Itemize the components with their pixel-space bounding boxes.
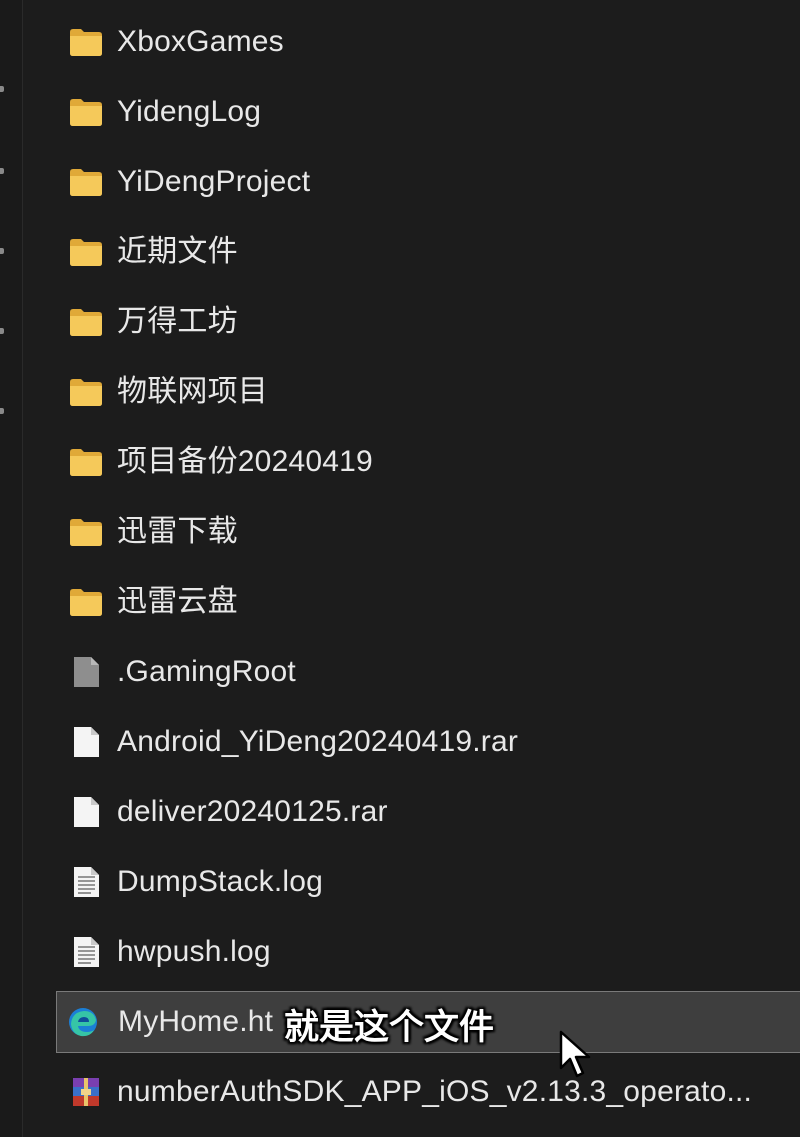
text-file-icon [69, 936, 103, 968]
video-subtitle: 就是这个文件 [284, 1008, 495, 1048]
item-name: 迅雷云盘 [117, 585, 238, 618]
blank-file-icon [69, 796, 103, 828]
folder-item[interactable]: XboxGames [24, 7, 800, 77]
text-file-icon [69, 866, 103, 898]
folder-item[interactable]: 迅雷云盘 [24, 567, 800, 637]
item-name: .GamingRoot [117, 655, 296, 688]
gray-file-icon [69, 656, 103, 688]
file-item[interactable]: hwpush.log [24, 917, 800, 987]
item-name: YidengLog [117, 95, 262, 128]
folder-icon [69, 96, 103, 128]
blank-file-icon [69, 726, 103, 758]
folder-item[interactable]: YidengLog [24, 77, 800, 147]
folder-item[interactable]: 万得工坊 [24, 287, 800, 357]
item-name: YiDengProject [117, 165, 311, 198]
folder-item[interactable]: 近期文件 [24, 217, 800, 287]
folder-icon [69, 586, 103, 618]
file-item[interactable]: .GamingRoot [24, 637, 800, 707]
folder-icon [69, 306, 103, 338]
item-name: 项目备份20240419 [117, 445, 373, 478]
file-item[interactable]: Android_YiDeng20240419.rar [24, 707, 800, 777]
folder-item[interactable]: YiDengProject [24, 147, 800, 217]
item-name: 物联网项目 [117, 375, 268, 408]
item-name: DumpStack.log [117, 865, 324, 898]
item-name: 迅雷下载 [117, 515, 238, 548]
item-name: XboxGames [117, 25, 284, 58]
folder-icon [69, 236, 103, 268]
file-list: XboxGames YidengLog YiDengProject 近期文件万得工坊物… [24, 7, 800, 1127]
navigation-pane-edge [0, 0, 23, 1137]
edge-icon [66, 1006, 100, 1038]
folder-icon [69, 166, 103, 198]
tree-expander-marker[interactable] [0, 408, 4, 414]
folder-item[interactable]: 物联网项目 [24, 357, 800, 427]
file-item[interactable]: numberAuthSDK_APP_iOS_v2.13.3_operato... [24, 1057, 800, 1127]
item-name: Android_YiDeng20240419.rar [117, 725, 519, 758]
folder-item[interactable]: 项目备份20240419 [24, 427, 800, 497]
item-name: 万得工坊 [117, 305, 238, 338]
mouse-pointer-icon [559, 1030, 591, 1078]
folder-icon [69, 446, 103, 478]
tree-expander-marker[interactable] [0, 328, 4, 334]
item-name: hwpush.log [117, 935, 271, 968]
item-name: numberAuthSDK_APP_iOS_v2.13.3_operato... [117, 1075, 753, 1108]
folder-icon [69, 26, 103, 58]
folder-item[interactable]: 迅雷下载 [24, 497, 800, 567]
winrar-icon [69, 1076, 103, 1108]
tree-expander-marker[interactable] [0, 86, 4, 92]
folder-icon [69, 376, 103, 408]
item-name: MyHome.ht [118, 1005, 274, 1038]
item-name: 近期文件 [117, 235, 238, 268]
tree-expander-marker[interactable] [0, 168, 4, 174]
file-item[interactable]: deliver20240125.rar [24, 777, 800, 847]
tree-expander-marker[interactable] [0, 248, 4, 254]
file-item[interactable]: DumpStack.log [24, 847, 800, 917]
folder-icon [69, 516, 103, 548]
item-name: deliver20240125.rar [117, 795, 388, 828]
